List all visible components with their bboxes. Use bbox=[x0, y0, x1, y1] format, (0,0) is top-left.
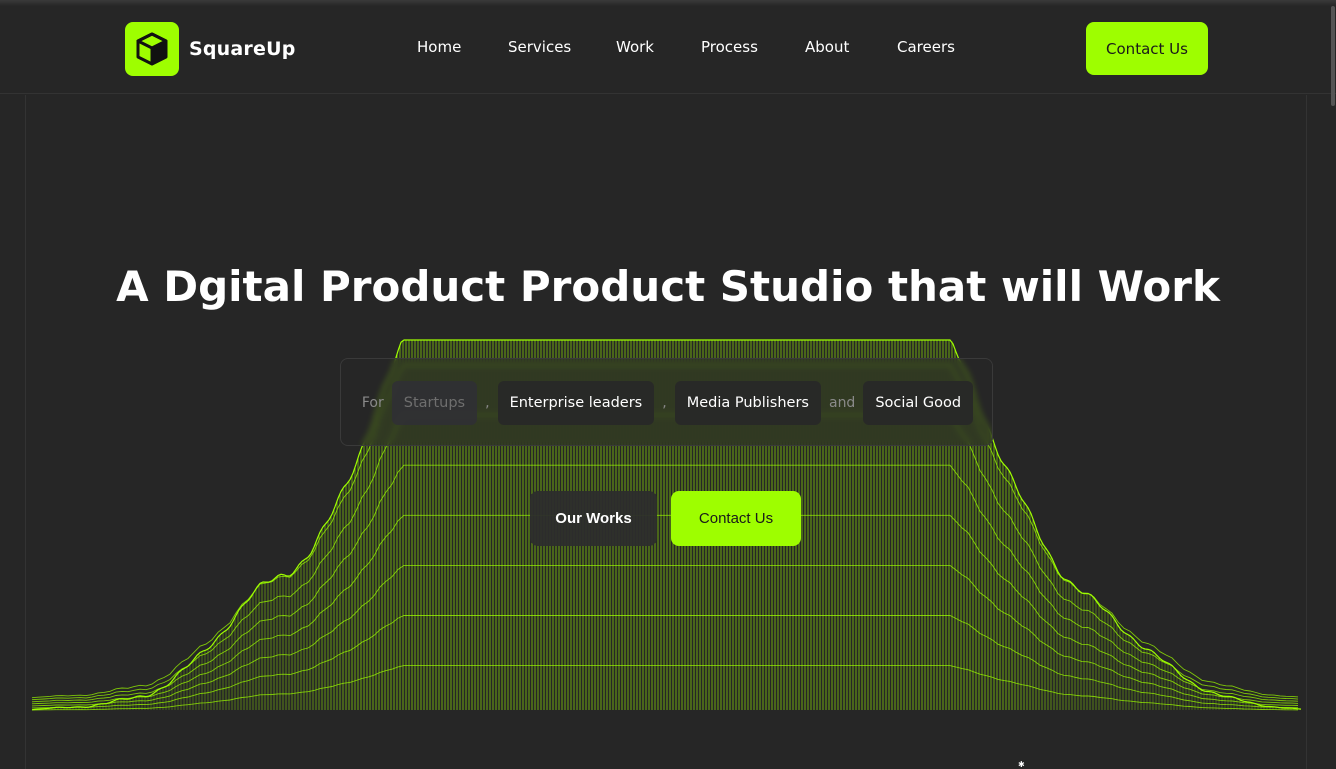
top-navbar: SquareUp Home Services Work Process Abou… bbox=[0, 0, 1336, 94]
nav-services[interactable]: Services bbox=[508, 38, 571, 56]
frame-line-left bbox=[25, 95, 26, 769]
audience-panel: For Startups , Enterprise leaders , Medi… bbox=[340, 358, 993, 446]
hero-contact-button[interactable]: Contact Us bbox=[671, 491, 801, 546]
audience-chip-social-good[interactable]: Social Good bbox=[863, 381, 974, 425]
frame-line-right bbox=[1306, 95, 1307, 769]
sparkle-icon: ✱ bbox=[1018, 760, 1025, 769]
audience-chip-enterprise[interactable]: Enterprise leaders bbox=[497, 381, 655, 425]
nav-about[interactable]: About bbox=[805, 38, 849, 56]
audience-chip-startups[interactable]: Startups bbox=[391, 381, 478, 425]
audience-chip-media[interactable]: Media Publishers bbox=[674, 381, 821, 425]
nav-contact-button[interactable]: Contact Us bbox=[1086, 22, 1208, 75]
nav-careers[interactable]: Careers bbox=[897, 38, 955, 56]
nav-home[interactable]: Home bbox=[417, 38, 461, 56]
hero-title: A Dgital Product Product Studio that wil… bbox=[116, 262, 1220, 311]
for-label: For bbox=[361, 395, 384, 411]
separator: , bbox=[662, 395, 667, 411]
separator: , bbox=[485, 395, 490, 411]
page-scrollbar[interactable] bbox=[1331, 6, 1335, 106]
our-works-button[interactable]: Our Works bbox=[530, 491, 657, 546]
nav-process[interactable]: Process bbox=[701, 38, 758, 56]
nav-work[interactable]: Work bbox=[616, 38, 654, 56]
separator-and: and bbox=[828, 395, 856, 411]
